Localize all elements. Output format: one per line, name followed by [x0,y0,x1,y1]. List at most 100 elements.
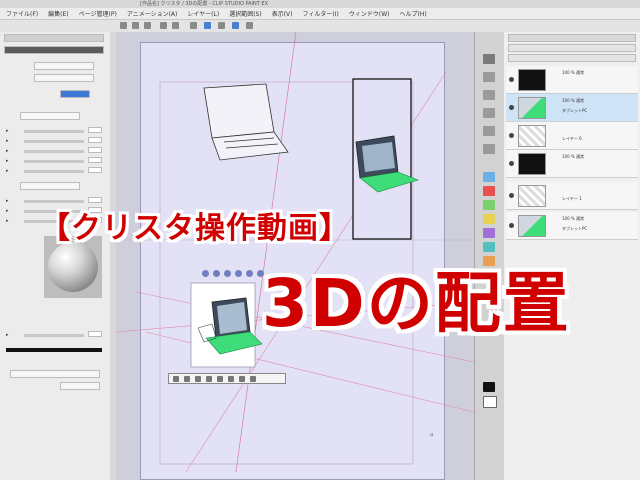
layer-mode: 100 % 通常 [562,154,584,159]
select-icon[interactable] [218,22,225,29]
layer-name: レイヤー 6 [562,136,582,141]
rotation-slider[interactable]: ▸ [6,167,102,174]
visibility-eye-icon[interactable] [509,133,514,138]
sub-color-icon[interactable] [483,396,497,408]
title-bar [0,0,640,8]
camera-pan-icon[interactable] [213,270,220,277]
panel-tab[interactable] [4,34,104,42]
color-swatch-red[interactable] [483,186,495,196]
layer-row[interactable]: 100 % 通常 [506,66,638,94]
blend-mode-row[interactable] [508,54,636,62]
menu-view[interactable]: 表示(V) [272,9,293,18]
object-move-icon[interactable] [235,270,242,277]
visibility-eye-icon[interactable] [509,223,514,228]
reset-icon[interactable] [228,375,234,382]
camera-rotate-icon[interactable] [202,270,209,277]
settings-icon[interactable] [239,375,245,382]
send-icon[interactable] [250,375,256,382]
lock-icon[interactable] [206,375,212,382]
target-select[interactable] [34,74,94,82]
clear-icon[interactable] [190,22,197,29]
tool-icon-2[interactable] [483,72,495,82]
menu-bar: ファイル(F) 編集(E) ページ管理(P) アニメーション(A) レイヤー(L… [0,8,640,20]
visibility-eye-icon[interactable] [509,161,514,166]
layer-row[interactable]: レイヤー 6 [506,122,638,150]
layer-row-selected[interactable]: 100 % 通常 タブレットPC [506,94,638,122]
save-icon[interactable] [144,22,151,29]
video-subtitle-overlay: 3Dの配置 [262,265,571,342]
scale-slider[interactable]: ▸ [6,127,102,134]
preset-select[interactable] [20,182,80,190]
page-number-marker: ▫ [430,432,434,438]
layer-thumbnail [518,153,546,175]
visibility-eye-icon[interactable] [509,193,514,198]
camera-zoom-icon[interactable] [224,270,231,277]
layer-panel-tabs[interactable] [508,34,636,42]
layer-thumbnail [518,69,546,91]
tool-icon-5[interactable] [483,126,495,136]
menu-selection[interactable]: 選択範囲(S) [229,9,262,18]
outline-slider[interactable]: ▸ [6,331,102,338]
color-swatch-green[interactable] [483,200,495,210]
layer-row[interactable]: レイヤー 1 [506,182,638,210]
menu-layer[interactable]: レイヤー(L) [187,9,219,18]
layer-row[interactable]: 100 % 通常 タブレットPC [506,212,638,240]
visibility-eye-icon[interactable] [509,77,514,82]
tool-icon-3[interactable] [483,90,495,100]
line-width-bar[interactable] [6,348,102,352]
video-title-overlay: 【クリスタ操作動画】 [40,211,350,246]
3d-object-launcher [168,373,286,384]
3d-camera-controls [202,270,264,277]
tool-icon-1[interactable] [483,54,495,64]
layer-name: タブレットPC [562,108,588,113]
color-swatch-purple[interactable] [483,228,495,238]
ground-icon[interactable] [217,375,223,382]
transform-icon[interactable] [204,22,211,29]
layer-mode: 100 % 通常 [562,98,584,103]
open-icon[interactable] [132,22,139,29]
menu-window[interactable]: ウィンドウ(W) [349,9,390,18]
object-rotate-icon[interactable] [246,270,253,277]
menu-help[interactable]: ヘルプ(H) [399,9,426,18]
next-icon[interactable] [184,375,190,382]
menu-file[interactable]: ファイル(F) [6,9,38,18]
align-buttons[interactable] [60,90,90,98]
mode-select[interactable] [34,62,94,70]
menu-filter[interactable]: フィルター(I) [303,9,339,18]
layer-thumbnail [518,97,546,119]
menu-animation[interactable]: アニメーション(A) [127,9,178,18]
tool-icon-4[interactable] [483,108,495,118]
camera-icon[interactable] [195,375,201,382]
color-swatch-blue[interactable] [483,172,495,182]
color-swatch-yellow[interactable] [483,214,495,224]
layer-thumbnail [518,215,546,237]
object-select[interactable] [20,112,80,120]
layer-name: タブレットPC [562,226,588,231]
laptop-line-art [203,83,289,161]
tool-icon-6[interactable] [483,144,495,154]
panel-header [4,46,104,54]
menu-edit[interactable]: 編集(E) [48,9,68,18]
layer-name: レイヤー 1 [562,196,582,201]
layer-mode: 100 % 通常 [562,216,584,221]
layer-thumbnail [518,125,546,147]
layer-mode: 100 % 通常 [562,70,584,75]
main-color-icon[interactable] [483,382,495,392]
ruler-icon[interactable] [232,22,239,29]
menu-page[interactable]: ページ管理(P) [79,9,117,18]
snap-icon[interactable] [246,22,253,29]
x-slider[interactable]: ▸ [6,137,102,144]
window-title: [作品名] クリスタ / 3Dの配置 - CLIP STUDIO PAINT E… [140,1,269,7]
layer-panel-toolbar[interactable] [508,44,636,52]
layer-row[interactable]: 100 % 通常 [506,150,638,178]
y-slider[interactable]: ▸ [6,147,102,154]
visibility-eye-icon[interactable] [509,105,514,110]
prev-icon[interactable] [173,375,179,382]
display-select[interactable] [60,382,100,390]
redo-icon[interactable] [172,22,179,29]
new-file-icon[interactable] [120,22,127,29]
z-slider[interactable]: ▸ [6,157,102,164]
light-sphere-icon[interactable] [48,242,98,292]
undo-icon[interactable] [160,22,167,29]
render-setting-button[interactable] [10,370,100,378]
